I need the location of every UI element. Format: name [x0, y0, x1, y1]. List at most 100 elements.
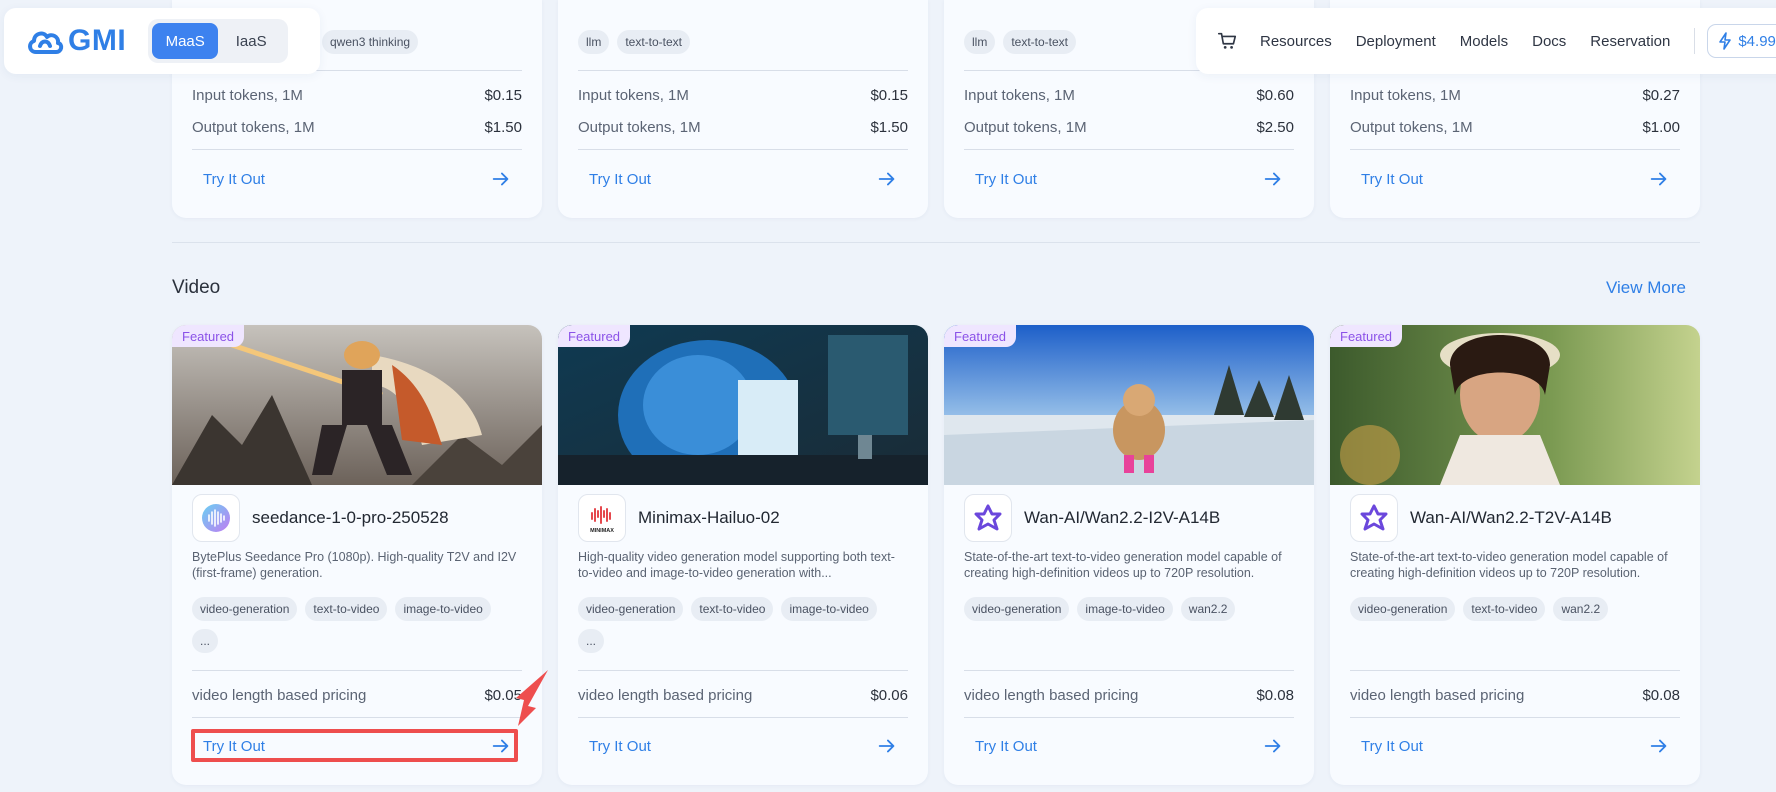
- input-price-row: Input tokens, 1M $0.15: [192, 87, 522, 104]
- input-price: $0.27: [1642, 87, 1680, 104]
- thumbnail: Featured: [558, 325, 928, 485]
- arrow-right-icon: [1264, 172, 1281, 186]
- featured-badge: Featured: [1330, 325, 1403, 347]
- model-name: Wan-AI/Wan2.2-T2V-A14B: [1410, 508, 1612, 527]
- arrow-right-icon: [492, 172, 509, 186]
- nav-link-docs[interactable]: Docs: [1532, 33, 1566, 50]
- arrow-right-icon: [1650, 739, 1667, 753]
- credit-balance-button[interactable]: $4.99: [1707, 24, 1776, 58]
- output-price-row: Output tokens, 1M $1.50: [192, 119, 522, 136]
- divider: [192, 717, 522, 718]
- model-name: Wan-AI/Wan2.2-I2V-A14B: [1024, 508, 1221, 527]
- output-price-row: Output tokens, 1M $1.00: [1350, 119, 1680, 136]
- video-model-card[interactable]: Featured Wan-AI/Wan2.2-T2V-A14B State-of…: [1330, 325, 1700, 785]
- input-label: Input tokens, 1M: [964, 87, 1075, 104]
- top-nav: Resources Deployment Models Docs Reserva…: [1196, 8, 1776, 74]
- tag-more[interactable]: ...: [578, 629, 605, 653]
- output-price: $2.50: [1256, 119, 1294, 136]
- model-header: seedance-1-0-pro-250528: [192, 494, 449, 542]
- thumbnail-image: [944, 325, 1314, 485]
- arrow-right-icon: [878, 739, 895, 753]
- featured-badge: Featured: [944, 325, 1017, 347]
- cart-icon[interactable]: [1216, 30, 1238, 52]
- credit-amount: $4.99: [1738, 32, 1776, 50]
- divider: [964, 149, 1294, 150]
- nav-separator: [1694, 28, 1696, 54]
- tag: video-generation: [964, 597, 1070, 621]
- cloud-logo-icon: [28, 31, 64, 54]
- divider: [578, 70, 908, 71]
- gmi-logo[interactable]: GMI: [26, 24, 126, 58]
- divider: [578, 149, 908, 150]
- lightning-icon: [1719, 32, 1732, 50]
- llm-card: llm text-to-text Input tokens, 1M $0.15 …: [558, 0, 928, 218]
- thumbnail-image: [1330, 325, 1700, 485]
- divider: [192, 149, 522, 150]
- mode-iaas-button[interactable]: IaaS: [218, 23, 284, 59]
- try-label: Try It Out: [203, 170, 265, 188]
- section-title-video: Video: [172, 277, 221, 298]
- price-value: $0.08: [1256, 687, 1294, 704]
- pricing-row: video length based pricing $0.08: [1350, 687, 1680, 704]
- mode-switch: MaaS IaaS: [148, 19, 289, 63]
- arrow-right-icon: [1650, 172, 1667, 186]
- tag: llm: [578, 30, 610, 54]
- output-label: Output tokens, 1M: [192, 119, 315, 136]
- tag-list: llm text-to-text: [578, 30, 691, 54]
- minimax-icon: MINIMAX: [578, 494, 626, 542]
- model-description: State-of-the-art text-to-video generatio…: [964, 550, 1282, 580]
- tag: text-to-video: [1463, 597, 1546, 621]
- model-description: BytePlus Seedance Pro (1080p). High-qual…: [192, 550, 517, 580]
- tag: text-to-video: [305, 597, 388, 621]
- nav-link-models[interactable]: Models: [1460, 33, 1508, 50]
- input-label: Input tokens, 1M: [578, 87, 689, 104]
- thumbnail: Featured: [1330, 325, 1700, 485]
- input-price-row: Input tokens, 1M $0.60: [964, 87, 1294, 104]
- tag-list: video-generation text-to-video image-to-…: [192, 597, 522, 653]
- input-price: $0.15: [870, 87, 908, 104]
- try-it-out-link[interactable]: Try It Out: [1361, 168, 1670, 190]
- mode-maas-button[interactable]: MaaS: [152, 23, 219, 59]
- try-it-out-link[interactable]: Try It Out: [589, 735, 898, 757]
- nav-link-reservation[interactable]: Reservation: [1590, 33, 1670, 50]
- model-name: seedance-1-0-pro-250528: [252, 508, 449, 527]
- view-more-link[interactable]: View More: [1606, 278, 1686, 298]
- video-model-card[interactable]: Featured seedance-1-0-pro-250528 BytePlu…: [172, 325, 542, 785]
- divider: [192, 670, 522, 671]
- section-divider: [172, 242, 1700, 243]
- featured-badge: Featured: [558, 325, 631, 347]
- tag: llm: [964, 30, 996, 54]
- try-label: Try It Out: [589, 737, 651, 755]
- divider: [578, 670, 908, 671]
- output-label: Output tokens, 1M: [578, 119, 701, 136]
- tag-more[interactable]: ...: [192, 629, 219, 653]
- pointer-arrow-icon: [516, 670, 548, 726]
- tag-list: llm text-to-text: [964, 30, 1077, 54]
- model-header: MINIMAX Minimax-Hailuo-02: [578, 494, 780, 542]
- input-label: Input tokens, 1M: [1350, 87, 1461, 104]
- tag: qwen3 thinking: [322, 30, 419, 54]
- try-it-out-link[interactable]: Try It Out: [975, 168, 1284, 190]
- divider: [1350, 670, 1680, 671]
- pricing-row: video length based pricing $0.08: [964, 687, 1294, 704]
- try-it-out-link[interactable]: Try It Out: [975, 735, 1284, 757]
- video-model-card[interactable]: Featured Wan-AI/Wan2.2-I2V-A14B State-of…: [944, 325, 1314, 785]
- tag: wan2.2: [1553, 597, 1609, 621]
- model-header: Wan-AI/Wan2.2-T2V-A14B: [1350, 494, 1612, 542]
- model-header: Wan-AI/Wan2.2-I2V-A14B: [964, 494, 1220, 542]
- try-it-out-link[interactable]: Try It Out: [1361, 735, 1670, 757]
- tag: image-to-video: [1077, 597, 1173, 621]
- pricing-label: video length based pricing: [1350, 687, 1525, 704]
- divider: [964, 717, 1294, 718]
- input-price: $0.15: [484, 87, 522, 104]
- wan-star-icon: [964, 494, 1012, 542]
- video-model-card[interactable]: Featured MINIMAX Minimax-Hailuo-02 High-…: [558, 325, 928, 785]
- nav-link-resources[interactable]: Resources: [1260, 33, 1332, 50]
- try-it-out-link[interactable]: Try It Out: [203, 168, 512, 190]
- try-it-out-link[interactable]: Try It Out: [589, 168, 898, 190]
- nav-link-deployment[interactable]: Deployment: [1356, 33, 1436, 50]
- input-price: $0.60: [1256, 87, 1294, 104]
- output-label: Output tokens, 1M: [964, 119, 1087, 136]
- logo-bar: GMI MaaS IaaS: [4, 8, 320, 74]
- output-price-row: Output tokens, 1M $1.50: [578, 119, 908, 136]
